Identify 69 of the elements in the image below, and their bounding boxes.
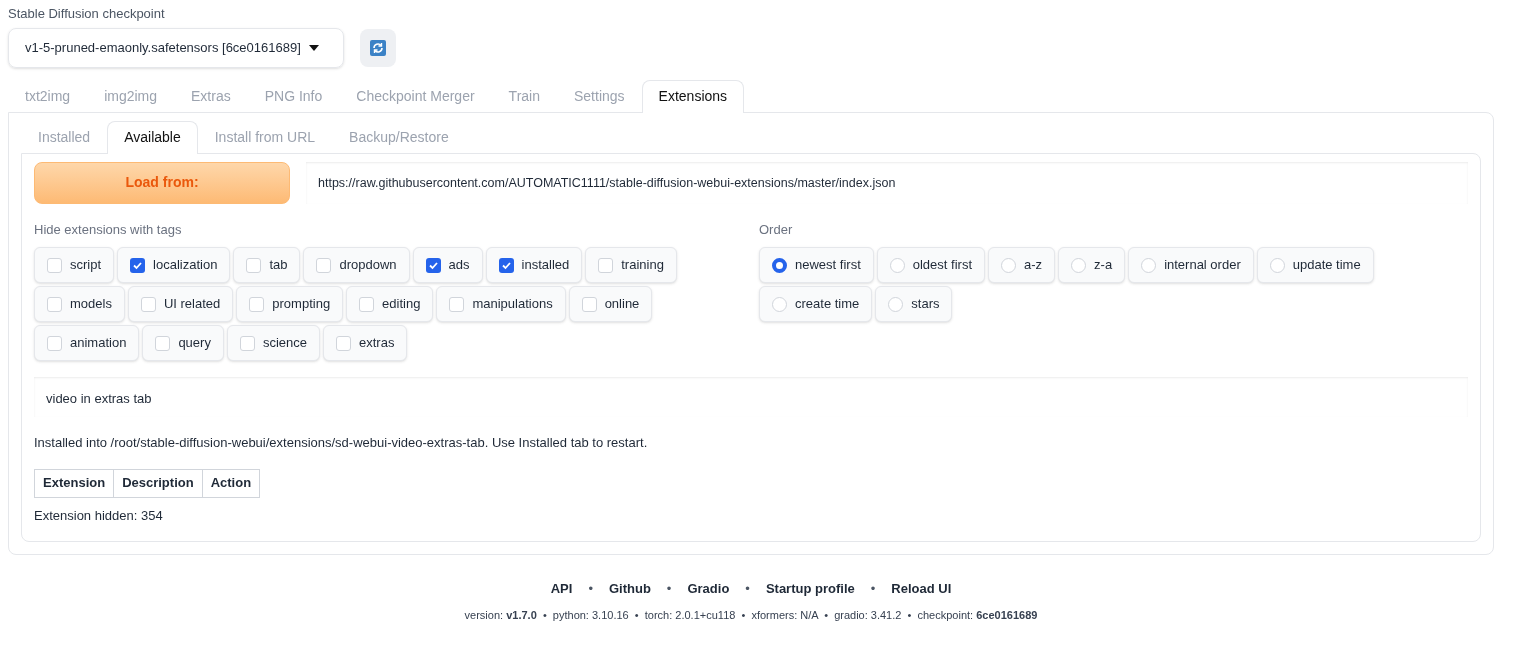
version-info: version: v1.7.0 • python: 3.10.16 • torch: 2.0.1+cu118 • xformers: N/A • gradio: 3.41.2 • checkpoint: 6ce0161689 <box>463 607 1039 623</box>
checkbox[interactable] <box>498 257 514 273</box>
checkbox[interactable] <box>359 296 375 312</box>
checkpoint-dropdown[interactable]: v1-5-pruned-emaonly.safetensors [6ce0161689] <box>8 27 344 68</box>
tag-checkbox[interactable]: online <box>568 286 653 322</box>
separator: • <box>745 580 750 598</box>
checkbox[interactable] <box>425 257 441 273</box>
checkbox[interactable] <box>47 296 62 312</box>
checkbox[interactable] <box>130 257 146 273</box>
refresh-button[interactable] <box>360 28 396 67</box>
tab[interactable]: Extensions <box>641 79 745 113</box>
checkbox[interactable] <box>47 257 62 273</box>
tag-checkbox[interactable]: prompting <box>236 286 344 322</box>
hide-tags-label: Hide extensions with tags <box>34 220 183 239</box>
column-header: Action <box>202 469 260 497</box>
footer-link[interactable]: API <box>550 579 573 599</box>
separator: • <box>870 580 876 598</box>
tag-checkbox[interactable]: ads <box>412 247 483 283</box>
tag-checkbox[interactable]: manipulations <box>436 286 566 322</box>
footer-link[interactable]: Gradio <box>687 579 730 599</box>
order-label: Order <box>759 220 794 239</box>
install-message: Installed into /root/stable-diffusion-webui/extensions/sd-webui-video-extras-tab. Use Installed tab to restart. <box>34 434 649 452</box>
order-radio[interactable]: oldest first <box>876 247 985 283</box>
checkbox[interactable] <box>155 335 171 351</box>
checkbox[interactable] <box>47 335 62 351</box>
url-field[interactable]: https://raw.githubusercontent.com/AUTOMATIC1111/stable-diffusion-webui-extensions/master/index.json <box>306 161 1468 204</box>
tag-checkbox[interactable]: query <box>142 325 224 361</box>
tag-checkbox[interactable]: training <box>585 247 677 283</box>
tag-checkbox[interactable]: localization <box>117 247 231 283</box>
footer-link[interactable]: Reload UI <box>891 579 952 599</box>
checkbox[interactable] <box>239 335 255 351</box>
checkbox[interactable] <box>140 296 156 312</box>
column-header: Description <box>113 469 203 497</box>
checkbox[interactable] <box>581 296 597 312</box>
checkbox[interactable] <box>336 335 351 351</box>
tag-checkbox[interactable]: tab <box>233 247 301 283</box>
checkbox[interactable] <box>598 257 614 273</box>
checkbox[interactable] <box>449 296 465 312</box>
tag-checkbox[interactable]: animation <box>34 325 140 361</box>
order-radio[interactable]: z-a <box>1058 247 1126 283</box>
caret-icon <box>308 44 319 51</box>
hidden-count: Extension hidden: 354 <box>34 506 164 525</box>
order-radio[interactable]: internal order <box>1128 247 1254 283</box>
separator: • <box>666 580 672 598</box>
order-radio[interactable]: create time <box>759 286 873 322</box>
tag-checkbox[interactable]: dropdown <box>303 247 410 283</box>
checkpoint-label: Stable Diffusion checkpoint <box>8 5 166 23</box>
radio-button[interactable] <box>772 257 787 273</box>
tag-checkbox[interactable]: editing <box>346 286 434 322</box>
tab[interactable]: Available <box>107 120 198 154</box>
order-radio[interactable]: stars <box>875 286 953 322</box>
tag-checkbox[interactable]: science <box>226 325 320 361</box>
footer-link[interactable]: Startup profile <box>765 579 855 599</box>
separator: • <box>588 580 593 598</box>
order-radio[interactable]: newest first <box>759 247 874 283</box>
tag-checkbox[interactable]: extras <box>323 325 408 361</box>
tag-checkbox[interactable]: models <box>34 286 125 322</box>
tag-checkbox[interactable]: script <box>34 247 115 283</box>
checkbox[interactable] <box>249 296 265 312</box>
checkbox[interactable] <box>246 257 262 273</box>
footer-link[interactable]: Github <box>608 579 651 599</box>
column-header: Extension <box>34 469 114 497</box>
refresh-icon <box>370 39 386 56</box>
tag-checkbox[interactable]: installed <box>485 247 583 283</box>
search-field[interactable]: video in extras tab <box>34 377 1468 417</box>
tag-checkbox[interactable]: UI related <box>127 286 234 322</box>
order-radio[interactable]: update time <box>1256 247 1374 283</box>
order-radio[interactable]: a-z <box>988 247 1056 283</box>
checkbox[interactable] <box>316 257 332 273</box>
